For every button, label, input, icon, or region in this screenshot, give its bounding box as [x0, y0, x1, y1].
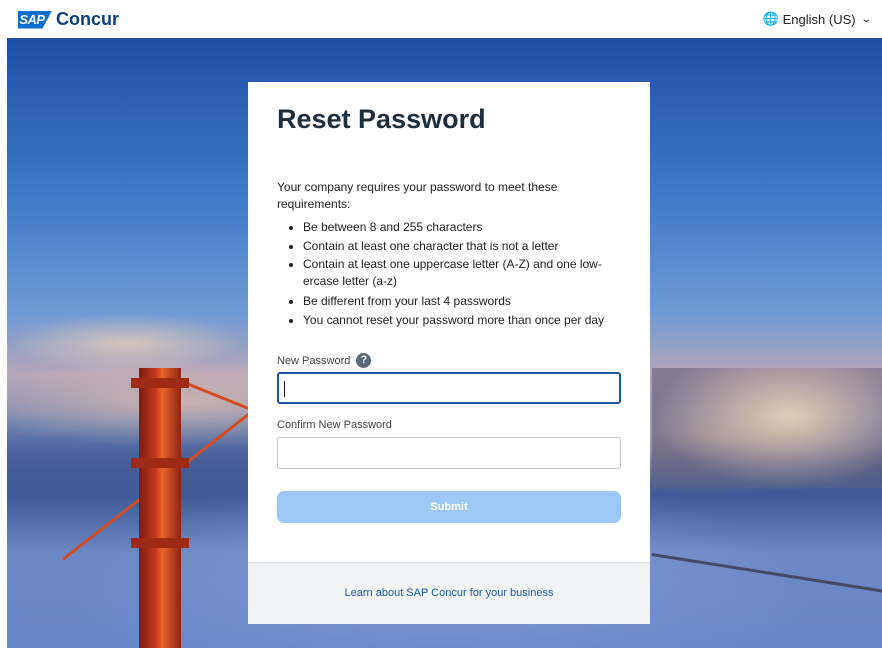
- submit-button[interactable]: Submit: [277, 491, 621, 523]
- sap-concur-logo[interactable]: SAP Concur: [18, 9, 119, 30]
- new-password-input[interactable]: [277, 372, 621, 404]
- globe-icon: 🌐: [762, 11, 779, 26]
- card-footer: Learn about SAP Concur for your business: [248, 562, 650, 624]
- reset-password-card: Reset Password Your company requires you…: [248, 82, 650, 624]
- language-label: English (US): [782, 11, 856, 27]
- page-title: Reset Password: [277, 104, 486, 134]
- new-password-label: New Password: [277, 354, 351, 367]
- requirements-intro: Your company requires your password to m…: [277, 180, 558, 211]
- confirm-password-label-row: Confirm New Password: [277, 419, 392, 431]
- requirement-item: Be different from your last 4 passwords: [303, 292, 622, 311]
- chevron-down-icon: ⌄: [860, 13, 872, 25]
- brand-name: Concur: [56, 9, 119, 29]
- tower-beam: [131, 458, 189, 468]
- language-selector[interactable]: 🌐 English (US) ⌄: [762, 11, 872, 27]
- tower-beam: [131, 538, 189, 548]
- new-password-label-row: New Password ?: [277, 353, 372, 368]
- requirement-item: Contain at least one character that is n…: [303, 237, 622, 256]
- sap-logo-mark: SAP: [18, 10, 52, 29]
- requirements-list: Be between 8 and 255 characters Contain …: [277, 218, 622, 330]
- bridge-tower: [139, 368, 181, 648]
- requirement-item: You cannot reset your password more than…: [303, 311, 622, 330]
- text-caret: [284, 381, 285, 397]
- requirement-item: Contain at least one uppercase letter (A…: [303, 256, 622, 290]
- question-circle-icon[interactable]: ?: [356, 353, 372, 368]
- city-lights-left: [7, 313, 247, 373]
- learn-more-link[interactable]: Learn about SAP Concur for your business: [345, 587, 554, 599]
- confirm-password-input[interactable]: [277, 437, 621, 469]
- confirm-password-label: Confirm New Password: [277, 419, 392, 431]
- tower-beam: [131, 378, 189, 388]
- top-bar: SAP Concur 🌐 English (US) ⌄: [0, 0, 882, 38]
- requirement-item: Be between 8 and 255 characters: [303, 218, 622, 237]
